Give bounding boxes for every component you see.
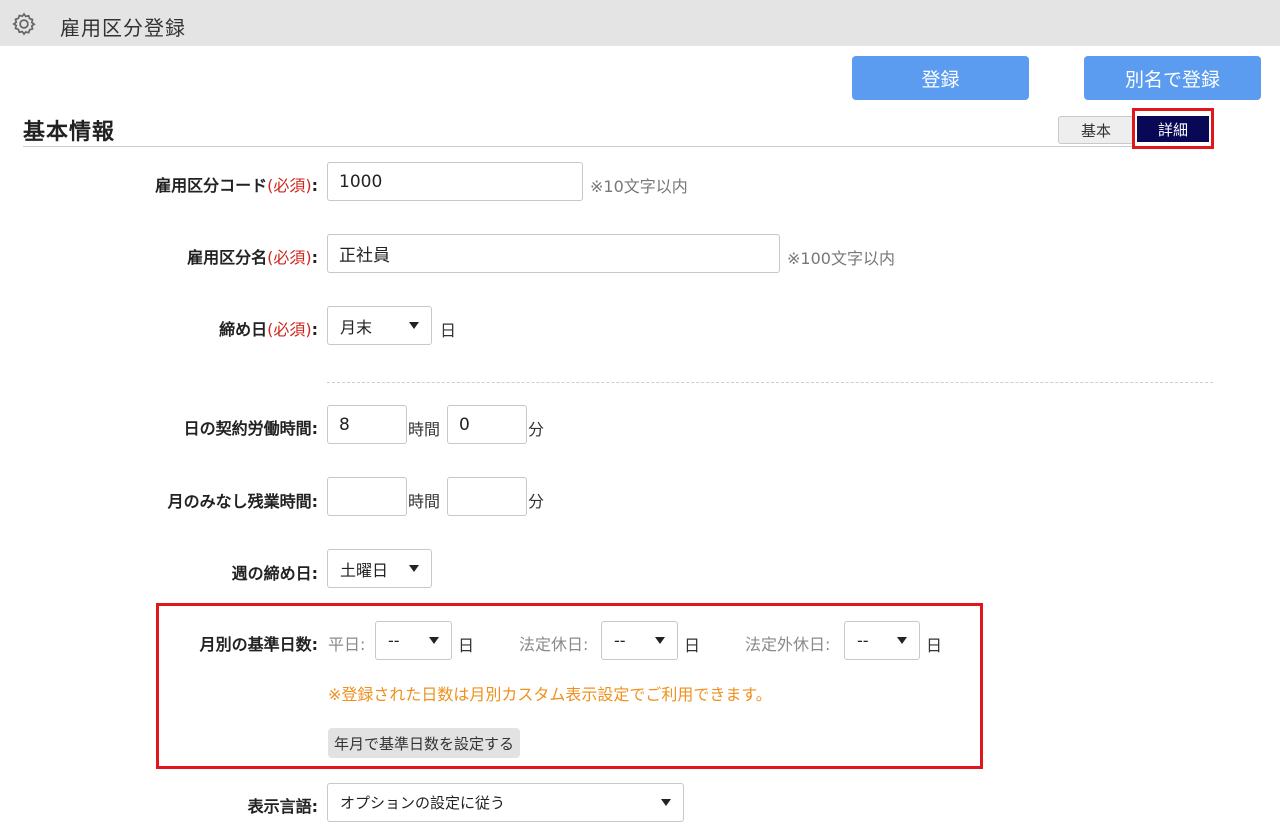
dropdown-caret-icon [661,799,671,806]
daily-hours-unit: 時間 [408,420,441,439]
code-label: 雇用区分コード(必須): [155,176,318,195]
page-title: 雇用区分登録 [60,16,186,40]
name-input[interactable]: 正社員 [327,234,780,273]
base-days-notice: ※登録された日数は月別カスタム表示設定でご利用できます。 [328,685,772,704]
closing-day-select[interactable]: 月末 [327,306,432,345]
tab-detail[interactable]: 詳細 [1137,116,1209,142]
required-mark: (必須) [267,248,312,267]
monthly-overtime-label: 月のみなし残業時間: [167,492,318,511]
code-hint: ※10文字以内 [590,177,688,196]
code-input[interactable]: 1000 [327,162,583,201]
legal-holiday-label: 法定休日: [519,635,589,654]
closing-day-unit: 日 [440,321,457,340]
field-divider [327,382,1213,383]
name-label: 雇用区分名(必須): [187,248,318,267]
dropdown-caret-icon [429,637,439,644]
daily-minutes-unit: 分 [528,420,545,439]
required-mark: (必須) [267,176,312,195]
section-title: 基本情報 [23,120,116,145]
set-base-days-button[interactable]: 年月で基準日数を設定する [328,728,521,758]
base-days-label: 月別の基準日数: [199,635,318,654]
overtime-hours-unit: 時間 [408,492,441,511]
highlight-box-detail: 詳細 [1132,108,1214,149]
register-as-button[interactable]: 別名で登録 [1084,56,1261,100]
non-legal-holiday-select[interactable]: -- [844,621,920,660]
dropdown-caret-icon [655,637,665,644]
daily-minutes-input[interactable]: 0 [447,405,527,444]
dropdown-caret-icon [409,565,419,572]
non-legal-holiday-label: 法定外休日: [745,635,831,654]
overtime-minutes-input[interactable] [447,477,527,516]
weekday-unit: 日 [458,636,475,655]
overtime-minutes-unit: 分 [528,492,545,511]
register-button[interactable]: 登録 [852,56,1029,100]
tab-basic[interactable]: 基本 [1058,116,1134,144]
week-closing-label: 週の締め日: [231,564,318,583]
non-legal-holiday-unit: 日 [926,636,943,655]
daily-hours-label: 日の契約労働時間: [183,419,318,438]
gear-icon [12,12,36,36]
section-divider [23,146,1213,147]
display-language-select[interactable]: オプションの設定に従う [327,783,684,822]
closing-day-label: 締め日(必須): [219,320,318,339]
legal-holiday-unit: 日 [684,636,701,655]
overtime-hours-input[interactable] [327,477,407,516]
required-mark: (必須) [267,320,312,339]
week-closing-select[interactable]: 土曜日 [327,549,432,588]
dropdown-caret-icon [409,322,419,329]
weekday-select[interactable]: -- [375,621,452,660]
daily-hours-input[interactable]: 8 [327,405,407,444]
dropdown-caret-icon [897,637,907,644]
weekday-label: 平日: [328,635,366,654]
name-hint: ※100文字以内 [787,249,895,268]
legal-holiday-select[interactable]: -- [601,621,678,660]
title-bar: 雇用区分登録 [0,0,1280,46]
display-language-label: 表示言語: [247,797,318,816]
